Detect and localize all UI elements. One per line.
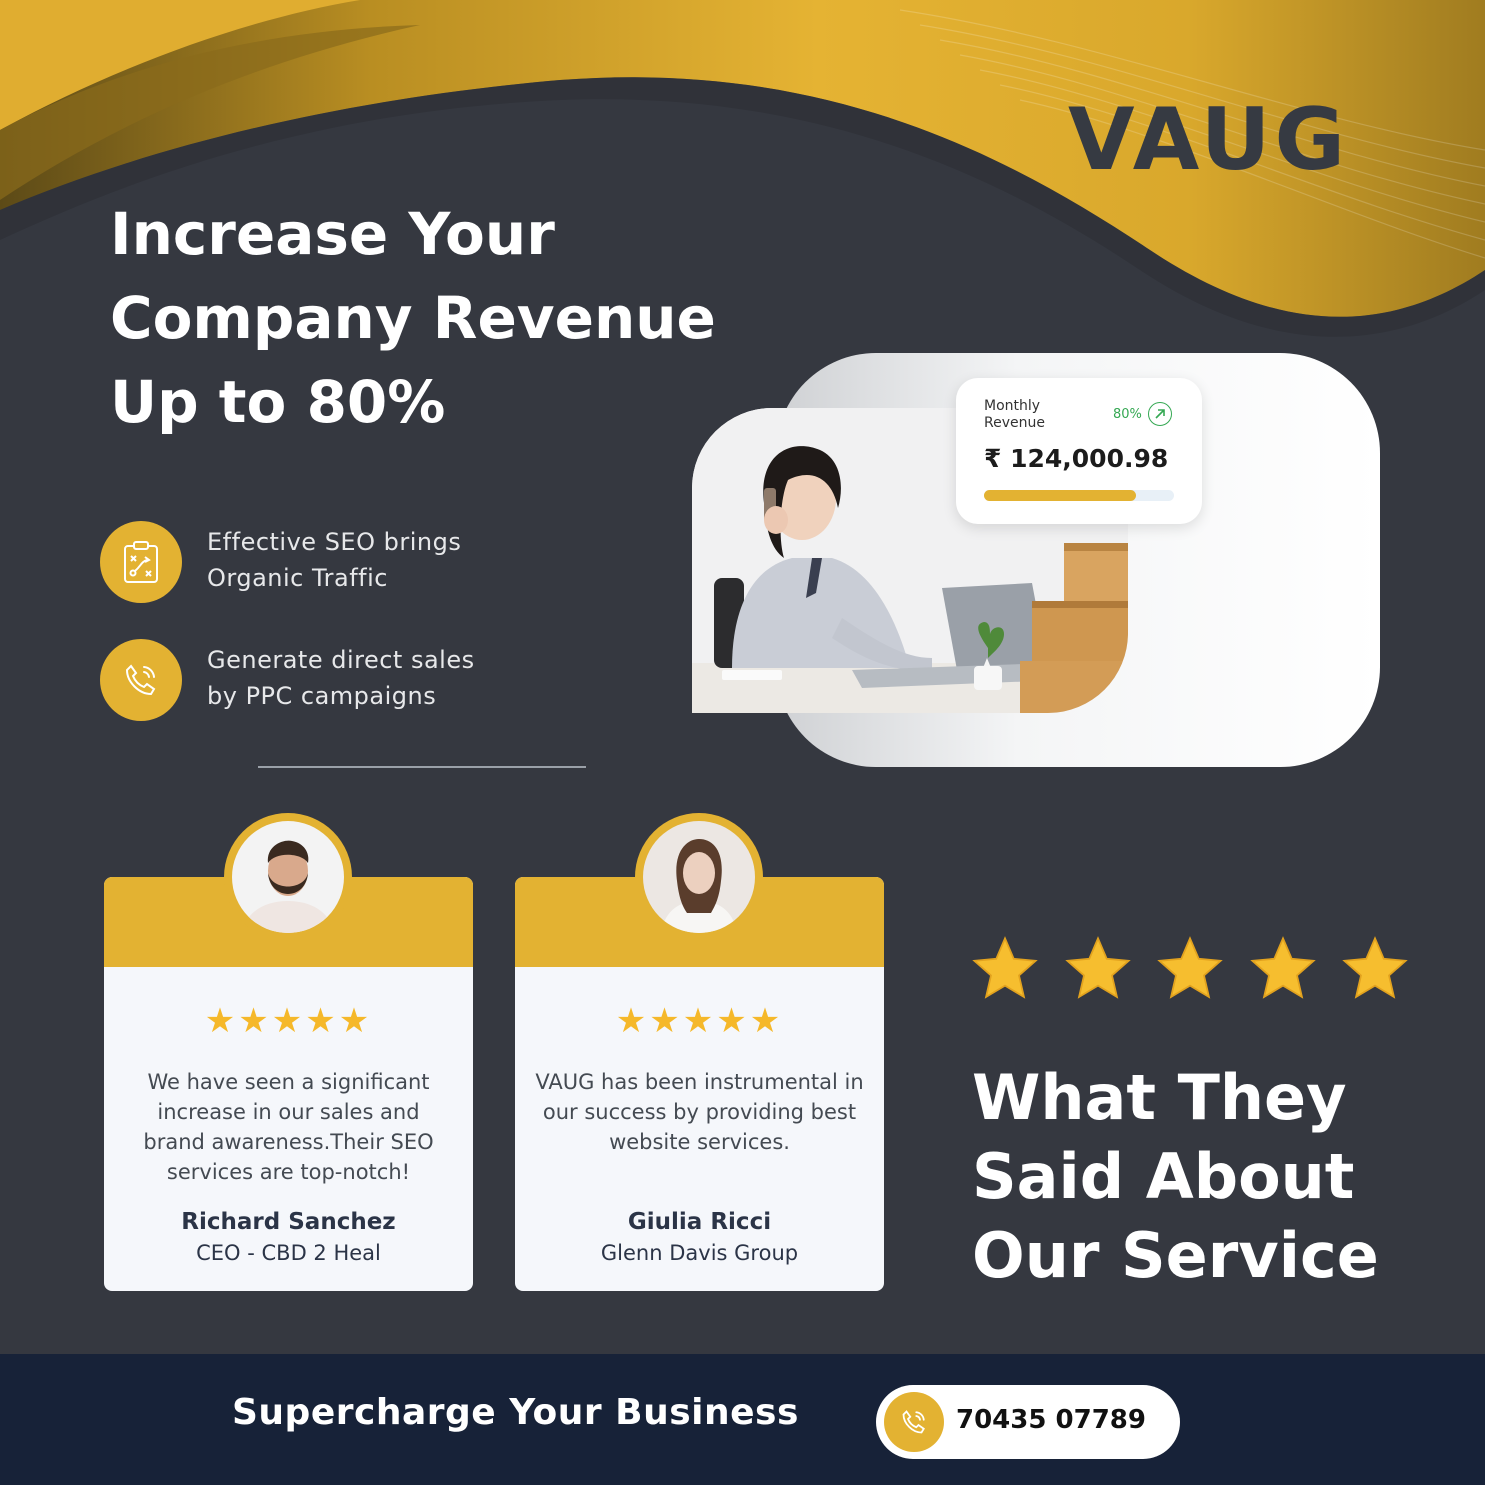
feature-ppc-line-1: Generate direct sales: [207, 646, 475, 674]
revenue-progress-track: [984, 490, 1174, 501]
five-star-rating: [970, 934, 1410, 1004]
monthly-revenue-card: Monthly Revenue 80% ₹ 124,000.98: [956, 378, 1202, 524]
revenue-progress-fill: [984, 490, 1136, 501]
trend-arrow-icon: [1148, 402, 1172, 426]
testimonial-quote: VAUG has been instrumental in our succes…: [535, 1070, 864, 1154]
star-icon: [1157, 936, 1223, 999]
revenue-amount: ₹ 124,000.98: [984, 444, 1169, 473]
testimonial-quote: We have seen a significant increase in o…: [143, 1070, 434, 1184]
growth-percent: 80%: [1113, 407, 1142, 422]
reviews-heading-line-2: Said About: [972, 1140, 1355, 1213]
avatar-giulia: [635, 813, 763, 941]
testimonial-role: CEO - CBD 2 Heal: [196, 1241, 381, 1265]
headline-line-1: Increase Your: [110, 200, 555, 268]
headline-line-3: Up to 80%: [110, 368, 446, 436]
feature-seo-line-2: Organic Traffic: [207, 564, 388, 592]
feature-ppc: Generate direct sales by PPC campaigns: [207, 642, 475, 714]
revenue-label-line-1: Monthly: [984, 398, 1041, 414]
feature-ppc-line-2: by PPC campaigns: [207, 682, 437, 710]
testimonial-name: Giulia Ricci: [627, 1209, 772, 1235]
footer-tagline: Supercharge Your Business: [232, 1392, 799, 1433]
rating-stars: ★★★★★: [204, 1002, 373, 1040]
revenue-label-line-2: Revenue: [984, 415, 1045, 431]
star-icon: [1249, 936, 1316, 999]
reviews-heading: What They Said About Our Service: [972, 1058, 1452, 1295]
revenue-label: Monthly Revenue: [984, 398, 1045, 432]
star-icon: [1064, 936, 1131, 999]
feature-seo-line-1: Effective SEO brings: [207, 528, 462, 556]
vaug-logo: VAUG: [1068, 90, 1350, 190]
testimonial-name: Richard Sanchez: [181, 1209, 396, 1235]
rating-stars: ★★★★★: [615, 1002, 784, 1040]
phone-number: 70435 07789: [956, 1405, 1146, 1435]
star-icon: [972, 936, 1038, 999]
reviews-heading-line-1: What They: [972, 1061, 1347, 1134]
feature-seo: Effective SEO brings Organic Traffic: [207, 524, 461, 596]
avatar-richard: [224, 813, 352, 941]
phone-icon: [884, 1392, 944, 1452]
headline-line-2: Company Revenue: [110, 284, 716, 352]
phone-call-icon: [100, 639, 182, 721]
headline: Increase Your Company Revenue Up to 80%: [110, 192, 750, 444]
divider-line: [258, 766, 586, 768]
testimonial-role: Glenn Davis Group: [600, 1241, 799, 1265]
star-icon: [1342, 936, 1408, 999]
reviews-heading-line-3: Our Service: [972, 1219, 1379, 1292]
phone-contact-button[interactable]: 70435 07789: [876, 1385, 1180, 1459]
clipboard-strategy-icon: [100, 521, 182, 603]
